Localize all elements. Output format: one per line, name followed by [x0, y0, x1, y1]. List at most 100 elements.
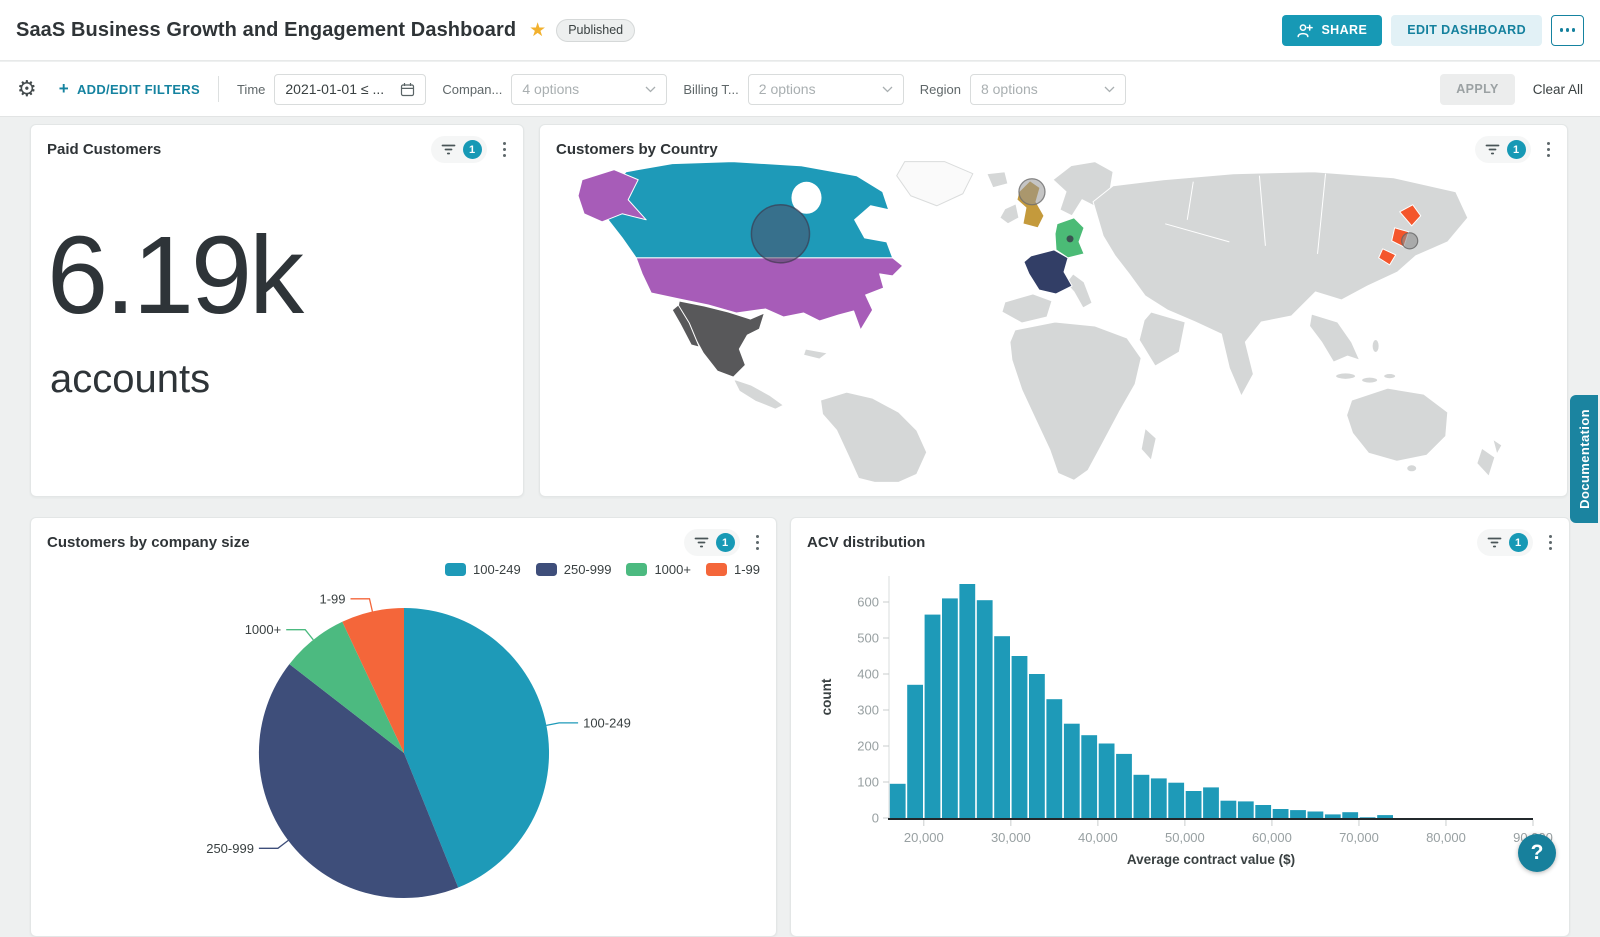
histogram-bar[interactable]	[1273, 809, 1289, 818]
land-italy	[1066, 274, 1092, 308]
land-philippines	[1372, 340, 1379, 353]
filter-settings-gear-icon[interactable]: ⚙	[17, 76, 37, 102]
pie-label-line	[259, 840, 288, 848]
histogram-bar[interactable]	[1151, 778, 1167, 818]
land-south-america	[821, 392, 927, 482]
histogram-bar[interactable]	[1360, 817, 1376, 818]
world-map-chart[interactable]	[552, 161, 1557, 483]
histogram-bar[interactable]	[890, 784, 906, 818]
time-filter-input[interactable]: 2021-01-01 ≤ ...	[274, 74, 426, 105]
filter-bar: ⚙ + ADD/EDIT FILTERS Time 2021-01-01 ≤ .…	[0, 62, 1600, 117]
pie-label-line	[351, 599, 373, 612]
clear-all-button[interactable]: Clear All	[1533, 82, 1583, 97]
histogram-bar[interactable]	[1255, 805, 1271, 818]
pie-chart[interactable]: 100-249250-9991000+1-99	[31, 548, 778, 933]
kpi-value: 6.19k	[47, 215, 301, 336]
histogram-bar[interactable]	[1377, 815, 1393, 818]
country-france[interactable]	[1024, 250, 1072, 294]
documentation-tab[interactable]: Documentation	[1570, 395, 1598, 523]
panel-title: Customers by Country	[556, 141, 1475, 158]
histogram-bar[interactable]	[994, 636, 1010, 818]
country-united-states[interactable]	[636, 258, 903, 330]
histogram-bar[interactable]	[977, 600, 993, 818]
bubble-germany[interactable]	[1067, 235, 1074, 242]
histogram-bar[interactable]	[1221, 801, 1237, 818]
y-tick-label: 400	[857, 667, 879, 682]
histogram-bar[interactable]	[1029, 674, 1045, 818]
add-edit-filters-button[interactable]: + ADD/EDIT FILTERS	[59, 79, 200, 99]
status-badge: Published	[556, 19, 635, 42]
histogram-bar[interactable]	[1064, 724, 1080, 818]
billing-filter-select[interactable]: 2 options	[748, 74, 904, 105]
histogram-bar[interactable]	[1203, 787, 1219, 818]
funnel-filter-icon	[1485, 143, 1500, 156]
histogram-bar[interactable]	[959, 584, 975, 818]
plus-icon: +	[59, 79, 69, 99]
histogram-bar[interactable]	[1134, 775, 1150, 818]
divider	[218, 76, 219, 102]
panel-acv-distribution: ACV distribution 1 010020030040050060020…	[790, 517, 1570, 937]
histogram-bar[interactable]	[1325, 814, 1341, 818]
country-canada[interactable]	[596, 162, 893, 258]
x-tick-label: 70,000	[1339, 830, 1379, 845]
time-filter-label: Time	[237, 82, 265, 97]
histogram-bar[interactable]	[1238, 801, 1254, 818]
histogram-bar[interactable]	[1081, 735, 1097, 818]
share-person-icon	[1297, 23, 1313, 38]
panel-title: Paid Customers	[47, 141, 431, 158]
x-tick-label: 60,000	[1252, 830, 1292, 845]
calendar-icon	[400, 82, 415, 97]
favorite-star-icon[interactable]: ★	[529, 21, 546, 40]
chevron-down-icon	[882, 86, 893, 93]
land-new-zealand	[1477, 448, 1495, 476]
histogram-bar[interactable]	[1308, 812, 1324, 819]
land-arabia	[1139, 312, 1185, 366]
histogram-bar[interactable]	[1290, 810, 1306, 818]
pie-slice-label: 1000+	[245, 622, 282, 637]
panel-customers-by-company-size: Customers by company size 1 100-249250-9…	[30, 517, 777, 937]
page-title: SaaS Business Growth and Engagement Dash…	[16, 19, 516, 42]
bubble-united-states[interactable]	[751, 205, 809, 263]
y-tick-label: 100	[857, 775, 879, 790]
histogram-chart[interactable]: 010020030040050060020,00030,00040,00050,…	[791, 546, 1569, 926]
widget-filter-chip[interactable]: 1	[431, 136, 487, 163]
help-button[interactable]: ?	[1518, 834, 1556, 872]
bubble-japan[interactable]	[1402, 233, 1418, 249]
histogram-bar[interactable]	[942, 598, 958, 818]
widget-menu-kebab[interactable]	[500, 138, 510, 162]
region-filter-select[interactable]: 8 options	[970, 74, 1126, 105]
histogram-bar[interactable]	[1046, 699, 1062, 818]
pie-label-line	[286, 630, 313, 640]
pie-slice-label: 1-99	[320, 591, 346, 606]
company-filter-select[interactable]: 4 options	[511, 74, 667, 105]
filter-count-badge: 1	[463, 140, 482, 159]
kpi-unit-label: accounts	[50, 357, 210, 402]
histogram-bar[interactable]	[1186, 791, 1202, 818]
histogram-bar[interactable]	[1342, 812, 1358, 818]
land-ireland	[1000, 204, 1019, 224]
apply-button[interactable]: APPLY	[1440, 74, 1515, 105]
widget-filter-chip[interactable]: 1	[1475, 136, 1531, 163]
widget-menu-kebab[interactable]	[1544, 138, 1554, 162]
histogram-bar[interactable]	[1168, 783, 1184, 818]
land-southeast-asia	[1310, 314, 1360, 362]
histogram-bar[interactable]	[925, 615, 941, 818]
land-indonesia	[1336, 373, 1356, 379]
panel-customers-by-country: Customers by Country 1	[539, 124, 1568, 497]
x-tick-label: 50,000	[1165, 830, 1205, 845]
panel-paid-customers: Paid Customers 1 6.19k accounts	[30, 124, 524, 497]
dot-icon	[1560, 28, 1564, 32]
edit-dashboard-button[interactable]: EDIT DASHBOARD	[1391, 15, 1542, 46]
land-greenland	[897, 162, 973, 206]
billing-filter-label: Billing T...	[683, 82, 738, 97]
histogram-bar[interactable]	[1012, 656, 1028, 818]
histogram-bar[interactable]	[1116, 754, 1132, 818]
histogram-bar[interactable]	[907, 685, 923, 818]
land-tasmania	[1407, 465, 1417, 472]
top-header-bar: SaaS Business Growth and Engagement Dash…	[0, 0, 1600, 61]
pie-slice-label: 250-999	[206, 841, 254, 856]
share-button[interactable]: SHARE	[1282, 15, 1382, 46]
more-options-button[interactable]	[1551, 15, 1584, 46]
histogram-bar[interactable]	[1099, 744, 1115, 819]
bubble-united-kingdom[interactable]	[1019, 179, 1045, 205]
